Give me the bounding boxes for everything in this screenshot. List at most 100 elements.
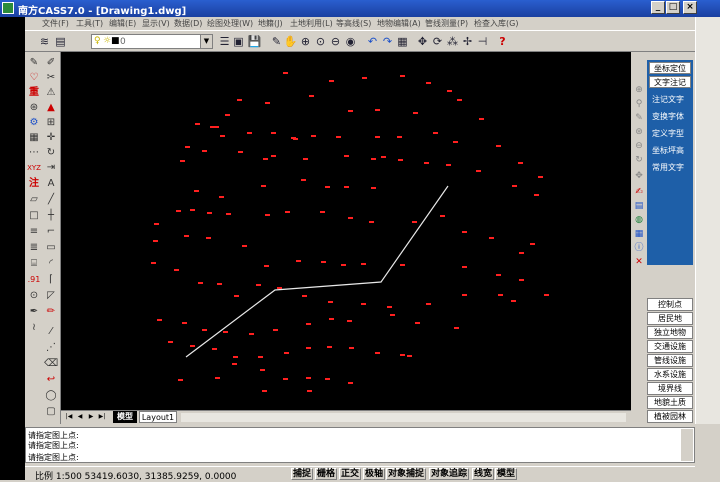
survey-point-marker[interactable]: [381, 156, 386, 158]
undo-icon[interactable]: ↶: [365, 34, 380, 49]
survey-point-marker[interactable]: [390, 314, 395, 316]
survey-point-marker[interactable]: [398, 159, 403, 161]
command-scrollbar[interactable]: [681, 429, 693, 461]
survey-point-marker[interactable]: [544, 294, 549, 296]
survey-point-marker[interactable]: [238, 151, 243, 153]
menu-tools[interactable]: 工具(T): [76, 18, 103, 29]
layer-dropdown[interactable]: ♀ ☼ ■ 0 ▼: [91, 34, 213, 49]
frame-icon[interactable]: ▢: [44, 405, 58, 419]
category-control-point[interactable]: 控制点: [647, 298, 693, 311]
survey-point-marker[interactable]: [375, 136, 380, 138]
save-icon[interactable]: 💾: [247, 34, 262, 49]
survey-point-marker[interactable]: [424, 162, 429, 164]
grid-icon[interactable]: ▦: [395, 34, 410, 49]
survey-point-marker[interactable]: [249, 333, 254, 335]
survey-point-marker[interactable]: [285, 211, 290, 213]
rotate-icon[interactable]: ↻: [44, 146, 58, 160]
survey-point-marker[interactable]: [476, 170, 481, 172]
survey-point-marker[interactable]: [479, 118, 484, 120]
survey-point-marker[interactable]: [307, 390, 312, 392]
move-icon[interactable]: ✥: [415, 34, 430, 49]
survey-point-marker[interactable]: [489, 237, 494, 239]
survey-point-marker[interactable]: [407, 355, 412, 357]
category-pipeline[interactable]: 管线设施: [647, 354, 693, 367]
chevron-down-icon[interactable]: ▼: [200, 35, 212, 48]
last-tab-icon[interactable]: ▶|: [98, 413, 106, 421]
survey-point-marker[interactable]: [426, 82, 431, 84]
minimize-button[interactable]: _: [651, 1, 665, 14]
survey-point-marker[interactable]: [195, 123, 200, 125]
database-icon[interactable]: ▤: [633, 200, 645, 212]
maximize-button[interactable]: □: [666, 1, 680, 14]
brush-icon[interactable]: ✐: [44, 56, 58, 70]
survey-point-marker[interactable]: [496, 274, 501, 276]
survey-point-marker[interactable]: [413, 112, 418, 114]
vertical-scrollbar[interactable]: [695, 17, 720, 424]
status-lineweight-button[interactable]: 线宽: [472, 468, 495, 480]
survey-point-marker[interactable]: [265, 214, 270, 216]
trim-tool-icon[interactable]: ┼: [44, 209, 58, 223]
arc-icon[interactable]: ◜: [44, 257, 58, 271]
cone-icon[interactable]: ▲: [44, 101, 58, 115]
stair-icon[interactable]: ⌸: [27, 257, 41, 271]
menu-check[interactable]: 检查入库(G): [474, 18, 518, 29]
elevation-icon[interactable]: .91: [27, 273, 41, 287]
survey-point-marker[interactable]: [341, 264, 346, 266]
survey-point-marker[interactable]: [336, 136, 341, 138]
survey-point-marker[interactable]: [232, 363, 237, 365]
survey-point-marker[interactable]: [519, 252, 524, 254]
survey-point-marker[interactable]: [412, 221, 417, 223]
status-osnap-button[interactable]: 对象捕捉: [386, 468, 427, 480]
survey-point-marker[interactable]: [361, 263, 366, 265]
survey-point-marker[interactable]: [397, 136, 402, 138]
survey-point-marker[interactable]: [207, 212, 212, 214]
menu-cadastral[interactable]: 地籍(J): [258, 18, 283, 29]
survey-point-marker[interactable]: [174, 269, 179, 271]
refresh-icon[interactable]: ↻: [633, 154, 645, 166]
survey-point-marker[interactable]: [498, 294, 503, 296]
undo-arrow-icon[interactable]: ↩: [44, 373, 58, 387]
category-boundary[interactable]: 境界线: [647, 382, 693, 395]
survey-point-marker[interactable]: [433, 132, 438, 134]
stretch-icon[interactable]: ⇥: [44, 161, 58, 175]
survey-point-marker[interactable]: [247, 132, 252, 134]
survey-point-marker[interactable]: [283, 72, 288, 74]
tab-layout1[interactable]: Layout1: [139, 411, 177, 423]
menu-data[interactable]: 数据(D): [174, 18, 202, 29]
survey-point-marker[interactable]: [446, 164, 451, 166]
category-transport[interactable]: 交通设施: [647, 340, 693, 353]
close-button[interactable]: ×: [683, 1, 697, 14]
category-water[interactable]: 水系设施: [647, 368, 693, 381]
pen-icon[interactable]: ✒: [27, 305, 41, 319]
layers-icon[interactable]: ≋: [37, 34, 52, 49]
zoom-realtime-icon[interactable]: ⊕: [298, 34, 313, 49]
eraser-icon[interactable]: ⌫: [44, 357, 58, 371]
survey-point-marker[interactable]: [157, 319, 162, 321]
survey-point-marker[interactable]: [320, 211, 325, 213]
survey-point-marker[interactable]: [309, 95, 314, 97]
zoom-window-icon[interactable]: ⊙: [313, 34, 328, 49]
survey-point-marker[interactable]: [447, 90, 452, 92]
survey-point-marker[interactable]: [306, 323, 311, 325]
pan-icon[interactable]: ✋: [283, 34, 298, 49]
node-icon[interactable]: ⁂: [445, 34, 460, 49]
survey-point-marker[interactable]: [283, 378, 288, 380]
extend-icon[interactable]: ⊣: [475, 34, 490, 49]
category-independent-feature[interactable]: 独立地物: [647, 326, 693, 339]
properties-icon[interactable]: ☰: [217, 34, 232, 49]
survey-point-marker[interactable]: [202, 150, 207, 152]
scissors-icon[interactable]: ✂: [44, 71, 58, 85]
survey-point-marker[interactable]: [154, 223, 159, 225]
trim-icon[interactable]: ✢: [460, 34, 475, 49]
pencil-icon[interactable]: ✎: [269, 34, 284, 49]
move-cross-icon[interactable]: ✛: [44, 131, 58, 145]
survey-point-marker[interactable]: [496, 145, 501, 147]
survey-point-marker[interactable]: [348, 382, 353, 384]
survey-point-marker[interactable]: [453, 141, 458, 143]
status-grid-button[interactable]: 栅格: [315, 468, 338, 480]
survey-point-marker[interactable]: [265, 102, 270, 104]
survey-point-marker[interactable]: [387, 306, 392, 308]
horizontal-scrollbar[interactable]: [181, 413, 626, 422]
menu-pipeline[interactable]: 管线测量(P): [425, 18, 468, 29]
survey-point-marker[interactable]: [302, 295, 307, 297]
